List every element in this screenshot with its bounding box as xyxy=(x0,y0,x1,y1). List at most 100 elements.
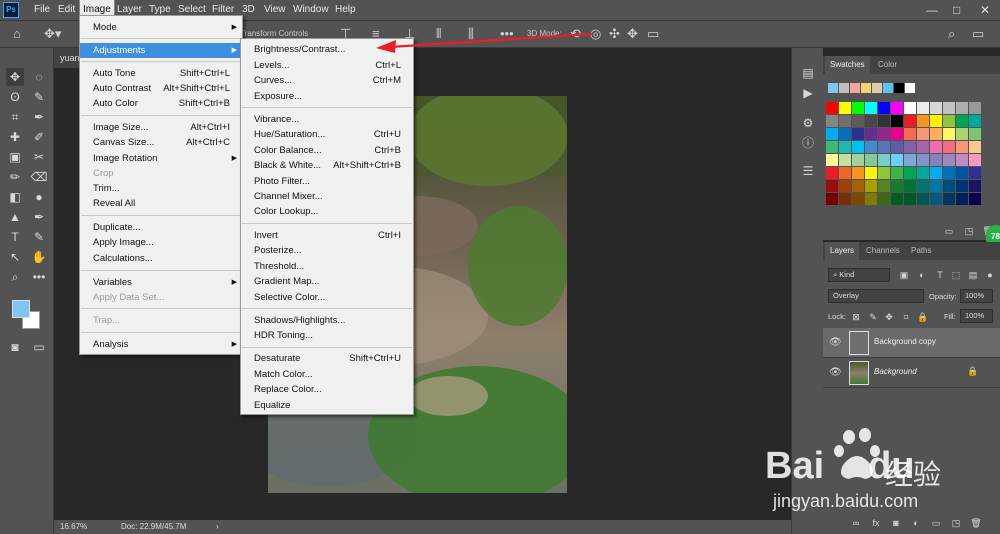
menu-file[interactable]: File xyxy=(31,0,53,20)
more-tools-icon[interactable]: ••• xyxy=(30,268,48,286)
swatch[interactable] xyxy=(839,193,851,205)
swatch[interactable] xyxy=(826,167,838,179)
swatch[interactable] xyxy=(956,141,968,153)
pen-tool-icon[interactable]: ✒ xyxy=(30,208,48,226)
swatch[interactable] xyxy=(956,115,968,127)
menu-item-image-size[interactable]: Image Size... Alt+Ctrl+I xyxy=(80,120,242,135)
swatch[interactable] xyxy=(956,154,968,166)
recent-swatch[interactable] xyxy=(828,83,838,93)
tab-swatches[interactable]: Swatches xyxy=(825,56,870,74)
clone-stamp-icon[interactable]: ▣ xyxy=(6,148,24,166)
menu-item-analysis[interactable]: Analysis ▶ xyxy=(80,337,242,352)
swatch[interactable] xyxy=(891,193,903,205)
swatch[interactable] xyxy=(917,180,929,192)
filter-kind-dropdown[interactable]: ⌕ Kind xyxy=(828,268,890,282)
swatch[interactable] xyxy=(826,180,838,192)
swatch[interactable] xyxy=(891,128,903,140)
swatch[interactable] xyxy=(969,180,981,192)
swatch[interactable] xyxy=(852,128,864,140)
new-swatch-icon[interactable]: ◳ xyxy=(960,222,978,240)
swatch[interactable] xyxy=(839,180,851,192)
swatch[interactable] xyxy=(943,193,955,205)
swatch[interactable] xyxy=(904,167,916,179)
hand-tool-icon[interactable]: ✋ xyxy=(30,248,48,266)
home-icon[interactable]: ⌂ xyxy=(13,27,21,41)
close-button[interactable]: ✕ xyxy=(980,0,990,20)
swatch[interactable] xyxy=(865,102,877,114)
menu-item-adjustments[interactable]: Adjustments ▶ xyxy=(80,43,242,58)
swatch[interactable] xyxy=(839,102,851,114)
swatch[interactable] xyxy=(826,102,838,114)
menu-item-channel-mixer[interactable]: Channel Mixer... xyxy=(241,189,413,204)
menu-item-mode[interactable]: Mode ▶ xyxy=(80,20,242,35)
lasso-tool-icon[interactable]: ʘ xyxy=(6,88,24,106)
menu-item-replace-color[interactable]: Replace Color... xyxy=(241,382,413,397)
recent-swatch[interactable] xyxy=(839,83,849,93)
swatch[interactable] xyxy=(917,193,929,205)
crop-tool-icon[interactable]: ⌗ xyxy=(6,108,24,126)
swatch[interactable] xyxy=(930,102,942,114)
swatch[interactable] xyxy=(826,115,838,127)
foreground-color-swatch[interactable] xyxy=(12,300,30,318)
tab-layers[interactable]: Layers xyxy=(825,242,860,260)
eraser-tool-icon[interactable]: ✏ xyxy=(6,168,24,186)
menu-item-duplicate[interactable]: Duplicate... xyxy=(80,220,242,235)
swatch[interactable] xyxy=(904,115,916,127)
layer-name[interactable]: Background copy xyxy=(874,337,936,346)
swatch[interactable] xyxy=(943,115,955,127)
swatch[interactable] xyxy=(865,193,877,205)
swatch[interactable] xyxy=(904,102,916,114)
swatch[interactable] xyxy=(839,154,851,166)
swatch[interactable] xyxy=(969,154,981,166)
swatch[interactable] xyxy=(930,193,942,205)
layer-row-background[interactable]: 👁 Background 🔒 xyxy=(823,358,1000,388)
healing-brush-icon[interactable]: ✚ xyxy=(6,128,24,146)
menu-item-selective-color[interactable]: Selective Color... xyxy=(241,290,413,305)
menu-help[interactable]: Help xyxy=(332,0,359,20)
swatch[interactable] xyxy=(878,128,890,140)
menu-item-vibrance[interactable]: Vibrance... xyxy=(241,112,413,127)
menu-item-threshold[interactable]: Threshold... xyxy=(241,259,413,274)
menu-item-auto-color[interactable]: Auto Color Shift+Ctrl+B xyxy=(80,96,242,111)
swatch[interactable] xyxy=(839,128,851,140)
dodge-tool-icon[interactable]: ▲ xyxy=(6,208,24,226)
swatch[interactable] xyxy=(839,141,851,153)
search-icon[interactable]: ⌕ xyxy=(948,27,955,41)
info-panel-icon[interactable]: ⓘ xyxy=(799,134,817,152)
path-select-icon[interactable]: ✎ xyxy=(30,228,48,246)
swatch[interactable] xyxy=(917,115,929,127)
3d-pan-icon[interactable]: ✣ xyxy=(609,27,620,41)
swatch[interactable] xyxy=(826,128,838,140)
filter-smart-object-icon[interactable]: ▤ xyxy=(964,266,982,284)
swatch[interactable] xyxy=(969,193,981,205)
menu-item-reveal-all[interactable]: Reveal All xyxy=(80,196,242,211)
history-panel-icon[interactable]: ▤ xyxy=(799,64,817,82)
quick-select-icon[interactable]: ✎ xyxy=(30,88,48,106)
menu-item-shadows-highlights[interactable]: Shadows/Highlights... xyxy=(241,313,413,328)
swatch[interactable] xyxy=(826,141,838,153)
swatch[interactable] xyxy=(904,154,916,166)
swatch[interactable] xyxy=(930,154,942,166)
swatch[interactable] xyxy=(878,102,890,114)
fill-input[interactable]: 100% xyxy=(960,309,993,323)
swatch[interactable] xyxy=(865,141,877,153)
menu-item-trim[interactable]: Trim... xyxy=(80,181,242,196)
swatch[interactable] xyxy=(865,115,877,127)
visibility-eye-icon[interactable]: 👁 xyxy=(829,337,842,348)
menu-item-canvas-size[interactable]: Canvas Size... Alt+Ctrl+C xyxy=(80,135,242,150)
opacity-input[interactable]: 100% xyxy=(960,289,993,303)
swatch[interactable] xyxy=(852,167,864,179)
swatch[interactable] xyxy=(865,154,877,166)
recent-swatch[interactable] xyxy=(861,83,871,93)
recent-swatch[interactable] xyxy=(883,83,893,93)
direct-select-icon[interactable]: ↖ xyxy=(6,248,24,266)
menu-item-gradient-map[interactable]: Gradient Map... xyxy=(241,274,413,289)
workspace-icon[interactable]: ▭ xyxy=(972,27,984,41)
menu-window[interactable]: Window xyxy=(290,0,332,20)
swatch[interactable] xyxy=(852,193,864,205)
minimize-button[interactable]: — xyxy=(926,0,938,20)
swatch[interactable] xyxy=(930,141,942,153)
menu-item-exposure[interactable]: Exposure... xyxy=(241,89,413,104)
filter-pixel-icon[interactable]: ▣ xyxy=(895,266,913,284)
swatch[interactable] xyxy=(930,167,942,179)
